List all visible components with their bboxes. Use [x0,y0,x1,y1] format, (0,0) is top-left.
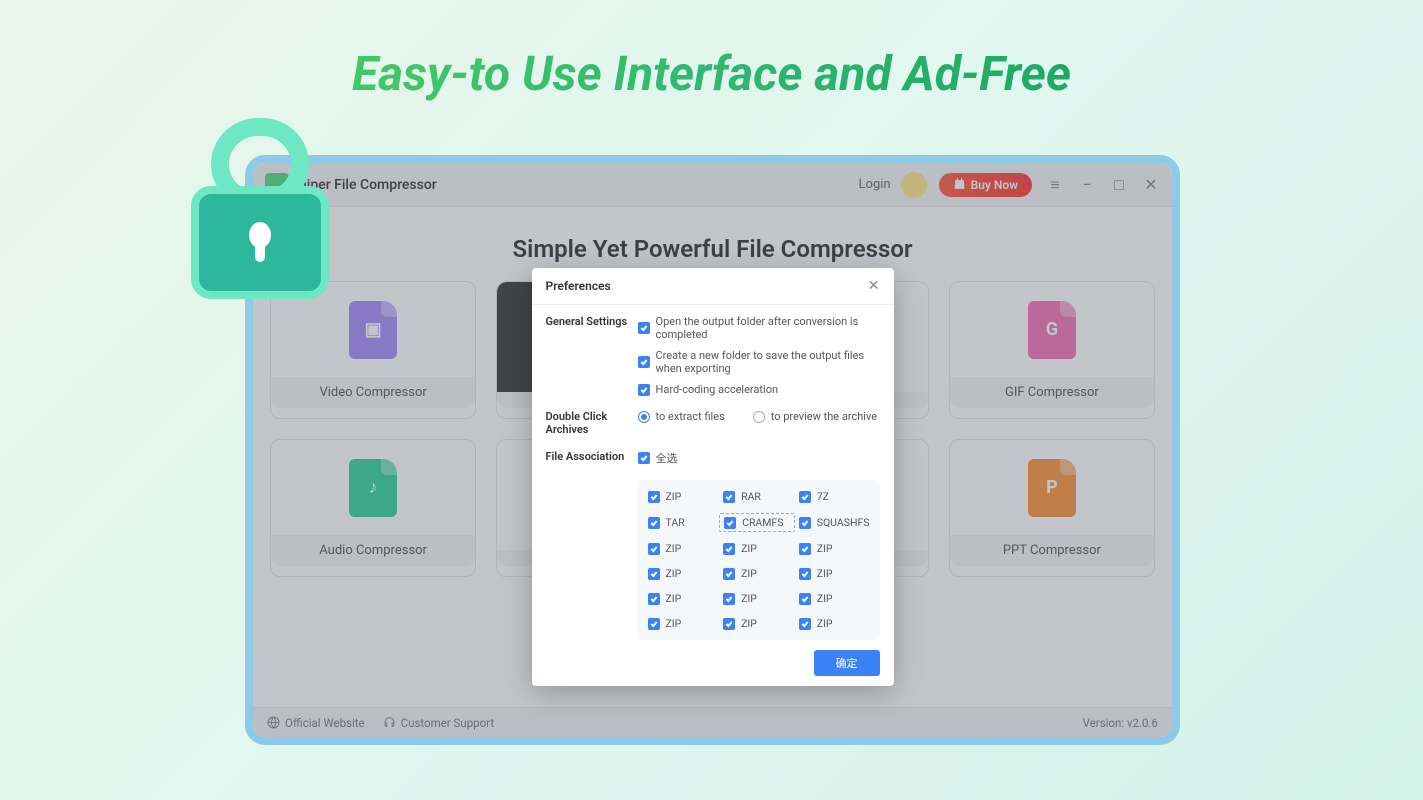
radio-extract[interactable] [638,411,650,423]
file-assoc-item[interactable]: ZIP [799,592,870,605]
checkbox[interactable] [723,543,735,555]
file-assoc-item[interactable]: ZIP [723,617,791,630]
file-association-label: File Association [546,450,638,463]
checkbox[interactable] [648,593,660,605]
checkbox[interactable] [724,517,736,529]
checkbox[interactable] [799,517,811,529]
checkbox[interactable] [648,618,660,630]
radio-label: to preview the archive [771,410,877,423]
checkbox[interactable] [638,356,650,368]
confirm-button[interactable]: 确定 [814,650,880,676]
checkbox[interactable] [723,593,735,605]
lock-icon [185,115,335,304]
checkbox[interactable] [723,491,735,503]
pref-item: Create a new folder to save the output f… [656,349,880,375]
file-assoc-item[interactable]: ZIP [799,617,870,630]
general-settings-label: General Settings [546,315,638,328]
file-assoc-item[interactable]: ZIP [648,567,716,580]
file-assoc-item[interactable]: ZIP [648,617,716,630]
file-assoc-item[interactable]: ZIP [723,592,791,605]
checkbox[interactable] [638,322,650,334]
file-assoc-item[interactable]: CRAMFS [719,513,795,532]
file-type-label: ZIP [817,617,833,630]
file-type-label: ZIP [741,592,757,605]
radio-label: to extract files [656,410,725,423]
preferences-modal: Preferences ✕ General Settings Open the … [532,268,894,686]
banner-title: Easy-to Use Interface and Ad-Free [352,45,1071,102]
file-type-label: 7Z [817,490,829,503]
file-type-label: ZIP [741,567,757,580]
pref-item: Hard-coding acceleration [656,383,779,396]
doubleclick-label: Double Click Archives [546,410,638,436]
file-type-label: ZIP [666,490,682,503]
modal-title: Preferences [546,279,611,293]
checkbox[interactable] [648,568,660,580]
radio-preview[interactable] [753,411,765,423]
file-type-label: SQUASHFS [817,516,870,529]
checkbox[interactable] [638,384,650,396]
file-assoc-item[interactable]: RAR [723,490,791,503]
file-assoc-item[interactable]: SQUASHFS [799,515,870,530]
checkbox[interactable] [723,618,735,630]
file-assoc-item[interactable]: ZIP [648,592,716,605]
checkbox[interactable] [648,491,660,503]
file-type-label: ZIP [817,592,833,605]
file-type-label: CRAMFS [742,516,783,529]
file-assoc-item[interactable]: ZIP [723,567,791,580]
checkbox[interactable] [799,568,811,580]
checkbox-select-all[interactable] [638,452,650,464]
file-assoc-item[interactable]: ZIP [799,567,870,580]
file-type-label: ZIP [741,542,757,555]
modal-close-icon[interactable]: ✕ [868,278,880,294]
select-all-label: 全选 [656,450,678,466]
file-type-label: RAR [741,490,761,503]
file-type-label: ZIP [666,592,682,605]
checkbox[interactable] [648,517,660,529]
file-assoc-item[interactable]: ZIP [648,542,716,555]
checkbox[interactable] [799,491,811,503]
checkbox[interactable] [799,543,811,555]
app-window: hiper File Compressor Login Buy Now ≡ − … [245,155,1180,745]
pref-item: Open the output folder after conversion … [656,315,880,341]
file-type-label: ZIP [666,542,682,555]
file-assoc-item[interactable]: ZIP [648,490,716,503]
checkbox[interactable] [799,618,811,630]
file-assoc-item[interactable]: ZIP [723,542,791,555]
file-type-label: ZIP [741,617,757,630]
checkbox[interactable] [723,568,735,580]
file-type-label: ZIP [817,567,833,580]
file-assoc-item[interactable]: 7Z [799,490,870,503]
file-assoc-item[interactable]: ZIP [799,542,870,555]
file-type-label: TAR [666,516,685,529]
file-assoc-item[interactable]: TAR [648,515,716,530]
file-type-label: ZIP [817,542,833,555]
file-type-label: ZIP [666,567,682,580]
checkbox[interactable] [799,593,811,605]
file-association-list: ZIP RAR 7Z TAR CRAMFS SQUASHFS ZIP ZIP ZIP ZIP ZIP… [638,480,880,640]
file-type-label: ZIP [666,617,682,630]
checkbox[interactable] [648,543,660,555]
